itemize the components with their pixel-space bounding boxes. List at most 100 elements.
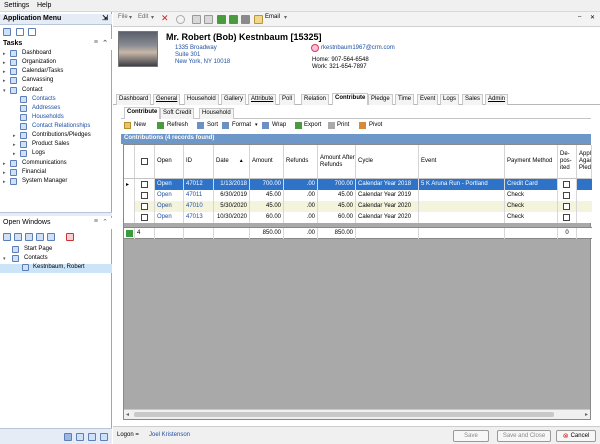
row-checkbox[interactable] (141, 181, 148, 188)
tools-icon[interactable] (241, 15, 250, 24)
open-link[interactable]: Open (155, 179, 184, 190)
sort-icon[interactable] (197, 122, 204, 129)
collapse-icon[interactable]: ⌃ (102, 39, 108, 47)
pivot-button[interactable]: Pivot (369, 122, 382, 128)
row-select-cell[interactable] (135, 190, 155, 201)
menu-icon[interactable]: ≡ (94, 218, 98, 225)
preview-icon[interactable] (204, 15, 213, 24)
col-header-amount[interactable]: Amount (250, 145, 284, 179)
col-header-event[interactable]: Event (419, 145, 505, 179)
horizontal-scrollbar[interactable]: ◂ ▸ (124, 409, 590, 419)
tab-event[interactable]: Event (417, 94, 439, 105)
view-mode-icon[interactable] (88, 433, 96, 441)
new-button[interactable]: New (134, 122, 146, 128)
subtab-soft-credit[interactable]: Soft Credit (160, 108, 195, 119)
row-checkbox[interactable] (141, 192, 148, 199)
list-view-icon[interactable] (3, 28, 11, 36)
subtab-contribute[interactable]: Contribute (124, 107, 161, 119)
format-button[interactable]: Format (232, 122, 251, 128)
windows-view-icon[interactable] (28, 28, 36, 36)
select-all-checkbox[interactable] (141, 158, 148, 165)
wrap-button[interactable]: Wrap (272, 122, 286, 128)
save-and-close-button[interactable]: Save and Close (497, 430, 551, 442)
print-icon[interactable] (328, 122, 335, 129)
collapse-icon[interactable]: ⌃ (102, 218, 108, 226)
export-button[interactable]: Export (304, 122, 321, 128)
view-mode-icon[interactable] (100, 433, 108, 441)
splitter[interactable] (0, 212, 112, 216)
minimize-all-icon[interactable] (47, 233, 55, 241)
new-icon[interactable] (124, 122, 131, 129)
scrollbar-thumb[interactable] (134, 412, 554, 417)
tab-sales[interactable]: Sales (462, 94, 484, 105)
scroll-left-icon[interactable]: ◂ (126, 411, 129, 418)
row-select-cell[interactable] (135, 201, 155, 212)
row-checkbox[interactable] (141, 203, 148, 210)
tab-pledge[interactable]: Pledge (368, 94, 393, 105)
contact-email[interactable]: rkestnbaum1967@crm.com (321, 45, 395, 51)
open-link[interactable]: Open (155, 201, 184, 212)
email-dropdown-icon[interactable]: ▾ (284, 14, 287, 21)
tile-vertical-icon[interactable] (25, 233, 33, 241)
tab-poll[interactable]: Poll (279, 94, 296, 105)
tab-admin[interactable]: Admin (485, 94, 509, 105)
col-header-id[interactable]: ID (184, 145, 214, 179)
close-all-icon[interactable] (66, 233, 74, 241)
select-all-header[interactable] (135, 145, 155, 179)
cancel-button[interactable]: ⊗ Cancel (556, 430, 596, 442)
table-row[interactable]: Open 47013 10/30/2020 60.00 .00 60.00 Ca… (124, 212, 592, 223)
refresh-icon[interactable] (217, 15, 226, 24)
col-header-deposited[interactable]: De-pos-ited (558, 145, 577, 179)
tab-gallery[interactable]: Gallery (221, 94, 247, 105)
delete-icon[interactable]: ✕ (161, 13, 170, 23)
col-header-applied-against-pledge[interactable]: Appli Again Pledg (577, 145, 592, 179)
print-icon[interactable] (192, 15, 201, 24)
open-link[interactable]: Open (155, 190, 184, 201)
table-row[interactable]: Open 47011 6/30/2019 45.00 .00 45.00 Cal… (124, 190, 592, 201)
col-header-open[interactable]: Open (155, 145, 184, 179)
wrap-icon[interactable] (262, 122, 269, 129)
print-button[interactable]: Print (337, 122, 349, 128)
export-icon[interactable] (295, 122, 302, 129)
edit-dropdown-icon[interactable]: ▾ (151, 14, 154, 21)
block-icon[interactable] (176, 15, 185, 24)
tile-horizontal-icon[interactable] (14, 233, 22, 241)
tab-general[interactable]: General (153, 94, 181, 105)
tab-household[interactable]: Household (184, 94, 219, 105)
minimize-icon[interactable]: – (578, 14, 581, 20)
settings-menu[interactable]: Settings (4, 2, 29, 9)
col-header-payment-method[interactable]: Payment Method (505, 145, 558, 179)
pin-icon[interactable]: ⇲ (102, 14, 108, 22)
scroll-right-icon[interactable]: ▸ (585, 411, 588, 418)
table-row[interactable]: Open 47010 5/30/2020 45.00 .00 45.00 Cal… (124, 201, 592, 212)
close-window-icon[interactable]: ✕ (590, 14, 595, 21)
row-select-cell[interactable] (135, 179, 155, 190)
email-button[interactable]: Email (265, 14, 280, 20)
file-menu[interactable]: File (118, 14, 128, 20)
tab-time[interactable]: Time (395, 94, 415, 105)
col-header-cycle[interactable]: Cycle (356, 145, 419, 179)
refresh-icon[interactable] (157, 122, 164, 129)
help-menu[interactable]: Help (37, 2, 51, 9)
row-select-cell[interactable] (135, 212, 155, 223)
tab-dashboard[interactable]: Dashboard (116, 94, 152, 105)
sync-icon[interactable] (229, 15, 238, 24)
col-header-amount-after-refunds[interactable]: Amount After Refunds (318, 145, 356, 179)
tab-relation[interactable]: Relation (301, 94, 330, 105)
format-dropdown-icon[interactable]: ▾ (255, 122, 258, 128)
email-icon[interactable] (254, 15, 263, 24)
table-row[interactable]: ▸ Open 47012 1/13/2018 700.00 .00 700.00… (124, 179, 592, 190)
refresh-button[interactable]: Refresh (167, 122, 188, 128)
col-header-refunds[interactable]: Refunds (284, 145, 318, 179)
menu-icon[interactable]: ≡ (94, 39, 98, 46)
view-mode-icon[interactable] (76, 433, 84, 441)
cascade-icon[interactable] (3, 233, 11, 241)
file-dropdown-icon[interactable]: ▾ (129, 14, 132, 21)
tree-view-icon[interactable] (16, 28, 24, 36)
col-header-date[interactable]: Date ▲ (214, 145, 250, 179)
sort-button[interactable]: Sort (207, 122, 218, 128)
arrange-icon[interactable] (36, 233, 44, 241)
view-mode-icon[interactable] (64, 433, 72, 441)
subtab-household[interactable]: Household (199, 108, 234, 119)
open-link[interactable]: Open (155, 212, 184, 223)
